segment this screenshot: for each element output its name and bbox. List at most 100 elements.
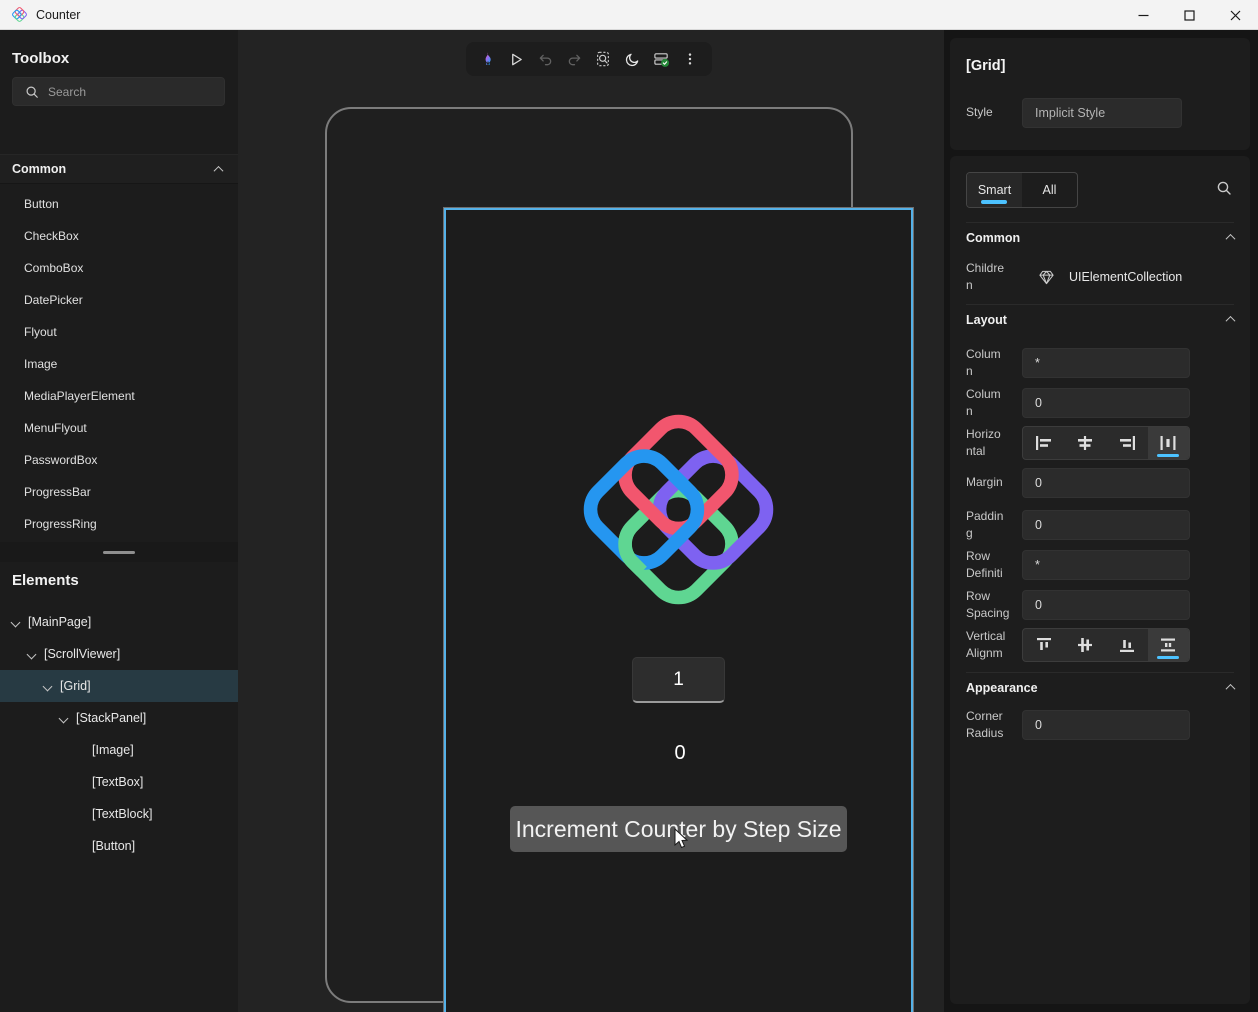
toolbox-item-progressring[interactable]: ProgressRing	[0, 508, 238, 540]
toolbox-item-progressbar[interactable]: ProgressBar	[0, 476, 238, 508]
left-sidebar: Toolbox Common Button CheckBox ComboBox …	[0, 30, 238, 1012]
properties-card: Smart All Common Childre n UIE	[950, 156, 1250, 1004]
toolbox-item-combobox[interactable]: ComboBox	[0, 252, 238, 284]
horizontal-alignment-row: Horizo ntal	[966, 426, 1190, 461]
toolbox-search[interactable]	[12, 77, 225, 106]
vertical-alignment-row: Vertical Alignm	[966, 628, 1190, 663]
align-top-button[interactable]	[1023, 629, 1065, 661]
style-property-row: Style	[966, 98, 1182, 128]
selection-header-card: [Grid] Style	[950, 38, 1250, 150]
tree-item-image[interactable]: [Image]	[0, 734, 238, 766]
hot-reload-flame-icon[interactable]	[475, 46, 501, 72]
corner-radius-row: Corner Radius	[966, 708, 1190, 743]
children-value[interactable]: UIElementCollection	[1069, 270, 1182, 284]
toolbox-item-checkbox[interactable]: CheckBox	[0, 220, 238, 252]
toolbox-item-datepicker[interactable]: DatePicker	[0, 284, 238, 316]
chevron-up-icon	[1226, 684, 1236, 694]
style-label: Style	[966, 104, 1022, 121]
toolbox-section-common[interactable]: Common	[0, 154, 238, 184]
more-options-icon[interactable]	[677, 46, 703, 72]
section-appearance[interactable]: Appearance	[966, 672, 1234, 702]
children-property-row: Childre n UIElementCollection	[966, 260, 1182, 295]
column-definitions-input[interactable]	[1022, 348, 1190, 378]
tab-all[interactable]: All	[1022, 173, 1077, 207]
minimize-button[interactable]	[1120, 0, 1166, 30]
padding-input[interactable]	[1022, 510, 1190, 540]
row-spacing-row: Row Spacing	[966, 588, 1190, 623]
designer-toolbar	[466, 42, 712, 76]
gem-icon	[1038, 269, 1055, 286]
align-right-button[interactable]	[1106, 427, 1148, 459]
toolbox-item-passwordbox[interactable]: PasswordBox	[0, 444, 238, 476]
close-button[interactable]	[1212, 0, 1258, 30]
toolbox-item-button[interactable]: Button	[0, 188, 238, 220]
search-icon[interactable]	[1216, 180, 1232, 196]
tree-item-grid-selected[interactable]: [Grid]	[0, 670, 238, 702]
section-common-label: Common	[12, 162, 66, 176]
zoom-selection-icon[interactable]	[590, 46, 616, 72]
tree-item-mainpage[interactable]: [MainPage]	[0, 606, 238, 638]
align-left-button[interactable]	[1023, 427, 1065, 459]
toolbox-item-image[interactable]: Image	[0, 348, 238, 380]
toolbox-item-menuflyout[interactable]: MenuFlyout	[0, 412, 238, 444]
column-definitions-row: Colum n	[966, 346, 1190, 381]
chevron-up-icon	[214, 165, 224, 175]
column-spacing-row: Colum n	[966, 386, 1190, 421]
tree-item-stackpanel[interactable]: [StackPanel]	[0, 702, 238, 734]
chevron-down-icon[interactable]	[27, 649, 37, 659]
toolbox-item-flyout[interactable]: Flyout	[0, 316, 238, 348]
elements-tree: [MainPage] [ScrollViewer] [Grid] [StackP…	[0, 606, 238, 862]
undo-icon[interactable]	[533, 46, 559, 72]
diagnostics-check-icon[interactable]	[648, 46, 674, 72]
row-definitions-row: Row Definiti	[966, 548, 1190, 583]
toolbox-item-mediaplayerelement[interactable]: MediaPlayerElement	[0, 380, 238, 412]
stretch-vertical-button[interactable]	[1148, 629, 1190, 661]
align-center-horizontal-button[interactable]	[1065, 427, 1107, 459]
chevron-up-icon	[1226, 316, 1236, 326]
section-layout[interactable]: Layout	[966, 304, 1234, 334]
margin-input[interactable]	[1022, 468, 1190, 498]
tree-item-textblock[interactable]: [TextBlock]	[0, 798, 238, 830]
maximize-button[interactable]	[1166, 0, 1212, 30]
property-tabs: Smart All	[966, 172, 1078, 208]
tree-item-textbox[interactable]: [TextBox]	[0, 766, 238, 798]
chevron-down-icon[interactable]	[11, 617, 21, 627]
app-title: Counter	[36, 8, 80, 22]
mouse-cursor	[672, 828, 692, 850]
tab-smart[interactable]: Smart	[967, 173, 1022, 207]
row-definitions-input[interactable]	[1022, 550, 1190, 580]
toolbox-item-list: Button CheckBox ComboBox DatePicker Flyo…	[0, 188, 238, 540]
corner-radius-input[interactable]	[1022, 710, 1190, 740]
tree-item-button[interactable]: [Button]	[0, 830, 238, 862]
active-tab-underline	[981, 200, 1007, 204]
app-logo-icon	[11, 6, 28, 23]
design-canvas: 0 Increment Counter by Step Size Grid - …	[238, 30, 944, 1012]
chevron-down-icon[interactable]	[59, 713, 69, 723]
section-common[interactable]: Common	[966, 222, 1234, 252]
chevron-up-icon	[1226, 234, 1236, 244]
theme-moon-icon[interactable]	[619, 46, 645, 72]
row-spacing-input[interactable]	[1022, 590, 1190, 620]
app-window: Counter Toolbox Common Button CheckBox	[0, 0, 1258, 1012]
stretch-horizontal-button[interactable]	[1148, 427, 1190, 459]
counter-value-text[interactable]: 0	[327, 742, 944, 765]
toolbox-title: Toolbox	[12, 50, 69, 67]
selected-element-title: [Grid]	[966, 58, 1005, 74]
step-size-textbox[interactable]	[632, 657, 725, 703]
play-icon[interactable]	[504, 46, 530, 72]
toolbox-search-input[interactable]	[48, 85, 208, 99]
align-bottom-button[interactable]	[1106, 629, 1148, 661]
panel-splitter[interactable]	[0, 542, 238, 562]
elements-title: Elements	[12, 572, 79, 589]
vertical-alignment-toggle-group	[1022, 628, 1190, 662]
horizontal-alignment-toggle-group	[1022, 426, 1190, 460]
align-center-vertical-button[interactable]	[1065, 629, 1107, 661]
chevron-down-icon[interactable]	[43, 681, 53, 691]
redo-icon[interactable]	[562, 46, 588, 72]
search-icon	[25, 85, 39, 99]
style-value-input[interactable]	[1022, 98, 1182, 128]
uno-logo-image[interactable]	[570, 401, 787, 618]
column-spacing-input[interactable]	[1022, 388, 1190, 418]
tree-item-scrollviewer[interactable]: [ScrollViewer]	[0, 638, 238, 670]
device-frame: 0 Increment Counter by Step Size Grid - …	[325, 107, 853, 1003]
